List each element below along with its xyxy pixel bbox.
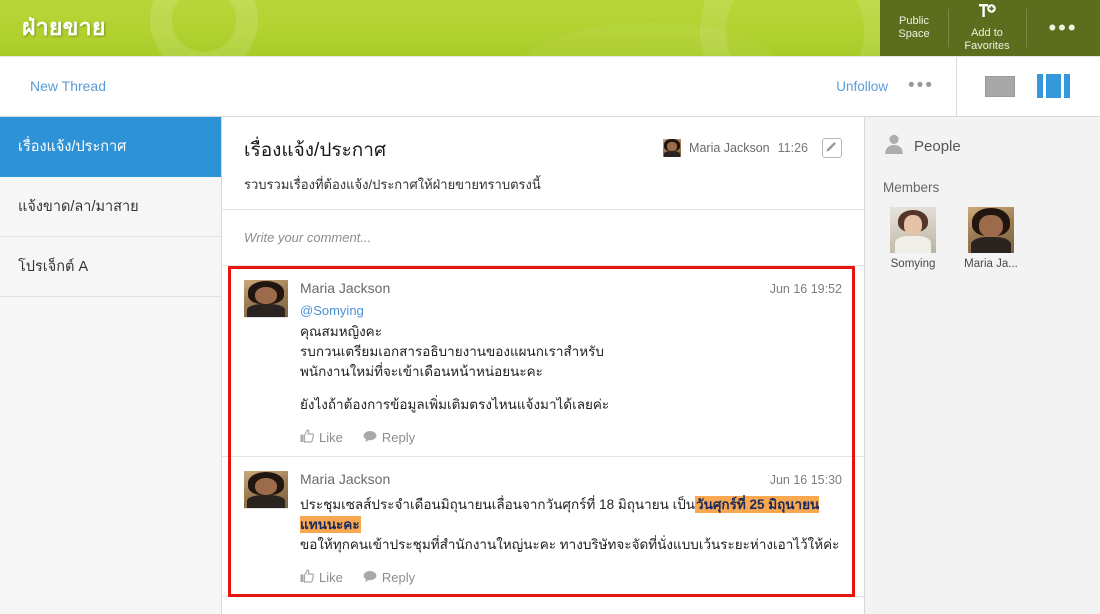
post-author: Maria Jackson [300, 471, 391, 487]
post-line: ประชุมเซลส์ประจำเดือนมิถุนายนเลื่อนจากวั… [300, 495, 842, 535]
single-pane-view-icon[interactable] [985, 75, 1015, 97]
like-label: Like [319, 570, 343, 585]
avatar [244, 471, 288, 509]
post-date: Jun 16 19:52 [769, 282, 842, 296]
avatar [890, 207, 936, 253]
post-line: รบกวนเตรียมเอกสารอธิบายงานของแผนกเราสำหร… [300, 344, 604, 359]
sidebar: เรื่องแจ้ง/ประกาศ แจ้งขาด/ลา/มาสาย โปรเจ… [0, 117, 222, 614]
thumbs-up-icon [300, 429, 315, 446]
post-line: พนักงานใหม่ที่จะเข้าเดือนหน้าหน่อยนะคะ [300, 364, 543, 379]
post-mention[interactable]: @Somying [300, 303, 842, 318]
post-line: คุณสมหญิงคะ [300, 324, 382, 339]
pencil-icon [826, 139, 838, 157]
people-panel: People Members Somying Maria Ja... [864, 117, 1100, 614]
sidebar-item-absence[interactable]: แจ้งขาด/ลา/มาสาย [0, 177, 221, 237]
more-dots-icon: ••• [1048, 15, 1078, 40]
member-name: Somying [890, 258, 936, 270]
header-more-button[interactable]: ••• [1026, 0, 1100, 56]
toolbar-right-group: Unfollow ••• [836, 56, 1100, 116]
edit-thread-button[interactable] [822, 138, 842, 158]
main-body: เรื่องแจ้ง/ประกาศ แจ้งขาด/ลา/มาสาย โปรเจ… [0, 117, 1100, 614]
thread-time: 11:26 [777, 141, 808, 155]
post-body: ประชุมเซลส์ประจำเดือนมิถุนายนเลื่อนจากวั… [300, 495, 842, 555]
sidebar-item-label: แจ้งขาด/ลา/มาสาย [18, 199, 139, 215]
sidebar-item-label: โปรเจ็กต์ A [18, 259, 89, 275]
space-title: ฝ่ายขาย [22, 14, 106, 40]
post-actions: Like Reply [300, 429, 842, 446]
post-author: Maria Jackson [300, 280, 391, 296]
public-space-button[interactable]: Public Space [880, 0, 948, 56]
reply-label: Reply [381, 430, 416, 445]
thread-toolbar: New Thread Unfollow ••• [0, 56, 1100, 117]
thumbs-up-icon [300, 569, 315, 586]
member-name: Maria Ja... [964, 258, 1018, 270]
member-item[interactable]: Somying [883, 207, 943, 270]
public-space-label-line2: Space [898, 28, 930, 40]
add-to-favorites-button[interactable]: Add to Favorites [948, 0, 1026, 56]
header-actions: Public Space Add to Favorites ••• [880, 0, 1100, 56]
like-button[interactable]: Like [300, 429, 343, 446]
app-window: ฝ่ายขาย Public Space Add to Favorites ••… [0, 0, 1100, 614]
comment-placeholder: Write your comment... [244, 230, 372, 245]
post-actions: Like Reply [300, 569, 842, 586]
space-header: ฝ่ายขาย Public Space Add to Favorites ••… [0, 0, 1100, 56]
new-thread-button[interactable]: New Thread [0, 78, 106, 94]
comment-input[interactable]: Write your comment... [222, 210, 864, 266]
post-blank-line [300, 382, 842, 395]
speech-bubble-icon [363, 570, 377, 586]
post-line: ยังไงถ้าต้องการข้อมูลเพิ่มเติมตรงไหนแจ้ง… [300, 397, 610, 412]
reply-button[interactable]: Reply [363, 570, 415, 586]
post-body: คุณสมหญิงคะ รบกวนเตรียมเอกสารอธิบายงานขอ… [300, 322, 842, 415]
like-button[interactable]: Like [300, 569, 343, 586]
public-space-label-line1: Public [899, 15, 929, 27]
thread-author: Maria Jackson [689, 141, 770, 155]
avatar [968, 207, 1014, 253]
toolbar-more-icon[interactable]: ••• [908, 76, 934, 95]
members-label: Members [883, 180, 940, 195]
post-date: Jun 16 15:30 [769, 473, 842, 487]
avatar [244, 280, 288, 318]
reply-button[interactable]: Reply [363, 430, 415, 446]
avatar [663, 139, 682, 157]
thread-meta: Maria Jackson 11:26 [663, 135, 842, 158]
post-line: ขอให้ทุกคนเข้าประชุมที่สำนักงานใหญ่นะคะ … [300, 537, 840, 552]
post-item: Maria Jackson Jun 16 15:30 ประชุมเซลส์ปร… [222, 457, 864, 597]
pin-icon [977, 3, 997, 25]
sidebar-item-announcements[interactable]: เรื่องแจ้ง/ประกาศ [0, 117, 221, 177]
thread-description: รวบรวมเรื่องที่ต้องแจ้ง/ประกาศให้ฝ่ายขาย… [244, 177, 541, 192]
like-label: Like [319, 430, 343, 445]
view-toggle-group [957, 74, 1100, 98]
posts-list: Maria Jackson Jun 16 19:52 @Somying คุณส… [222, 266, 864, 597]
add-to-favorites-line1: Add to [971, 27, 1003, 39]
sidebar-item-label: เรื่องแจ้ง/ประกาศ [18, 139, 127, 155]
members-list: Somying Maria Ja... [883, 207, 1082, 270]
unfollow-button[interactable]: Unfollow [836, 79, 888, 94]
reply-label: Reply [381, 570, 416, 585]
member-item[interactable]: Maria Ja... [961, 207, 1021, 270]
add-to-favorites-line2: Favorites [964, 40, 1010, 52]
sidebar-item-project-a[interactable]: โปรเจ็กต์ A [0, 237, 221, 297]
people-header: People [883, 133, 1082, 160]
person-icon [883, 133, 905, 160]
post-item: Maria Jackson Jun 16 19:52 @Somying คุณส… [222, 266, 864, 457]
post-text-before-highlight: ประชุมเซลส์ประจำเดือนมิถุนายนเลื่อนจากวั… [300, 497, 696, 512]
speech-bubble-icon [363, 430, 377, 446]
thread-title: เรื่องแจ้ง/ประกาศ [244, 140, 387, 161]
three-pane-view-icon[interactable] [1037, 74, 1070, 98]
thread-header: เรื่องแจ้ง/ประกาศ Maria Jackson 11:26 รว… [222, 117, 864, 210]
thread-column: เรื่องแจ้ง/ประกาศ Maria Jackson 11:26 รว… [222, 117, 864, 614]
people-label: People [914, 138, 961, 155]
